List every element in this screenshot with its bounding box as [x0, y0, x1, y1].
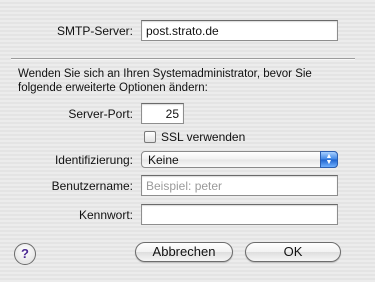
- server-port-field[interactable]: 25: [141, 103, 184, 124]
- smtp-server-label: SMTP-Server:: [56, 24, 133, 38]
- authentication-value: Keine: [148, 153, 179, 167]
- separator: [11, 58, 355, 60]
- select-arrows-icon: ▲ ▼: [320, 151, 338, 168]
- password-label: Kennwort:: [78, 208, 133, 222]
- username-label: Benutzername:: [51, 179, 133, 193]
- admin-note: Wenden Sie sich an Ihren Systemadministr…: [18, 68, 312, 94]
- server-port-label: Server-Port:: [68, 107, 133, 121]
- username-field[interactable]: Beispiel: peter: [141, 175, 338, 196]
- cancel-button[interactable]: Abbrechen: [135, 242, 233, 262]
- authentication-label: Identifizierung:: [54, 153, 133, 167]
- help-button[interactable]: ?: [14, 243, 36, 265]
- ok-button[interactable]: OK: [245, 242, 341, 262]
- ssl-label[interactable]: SSL verwenden: [161, 130, 245, 144]
- ssl-checkbox[interactable]: [144, 131, 156, 143]
- smtp-server-field[interactable]: post.strato.de: [141, 20, 338, 41]
- password-field[interactable]: [141, 204, 338, 225]
- authentication-select[interactable]: Keine ▲ ▼: [141, 151, 338, 168]
